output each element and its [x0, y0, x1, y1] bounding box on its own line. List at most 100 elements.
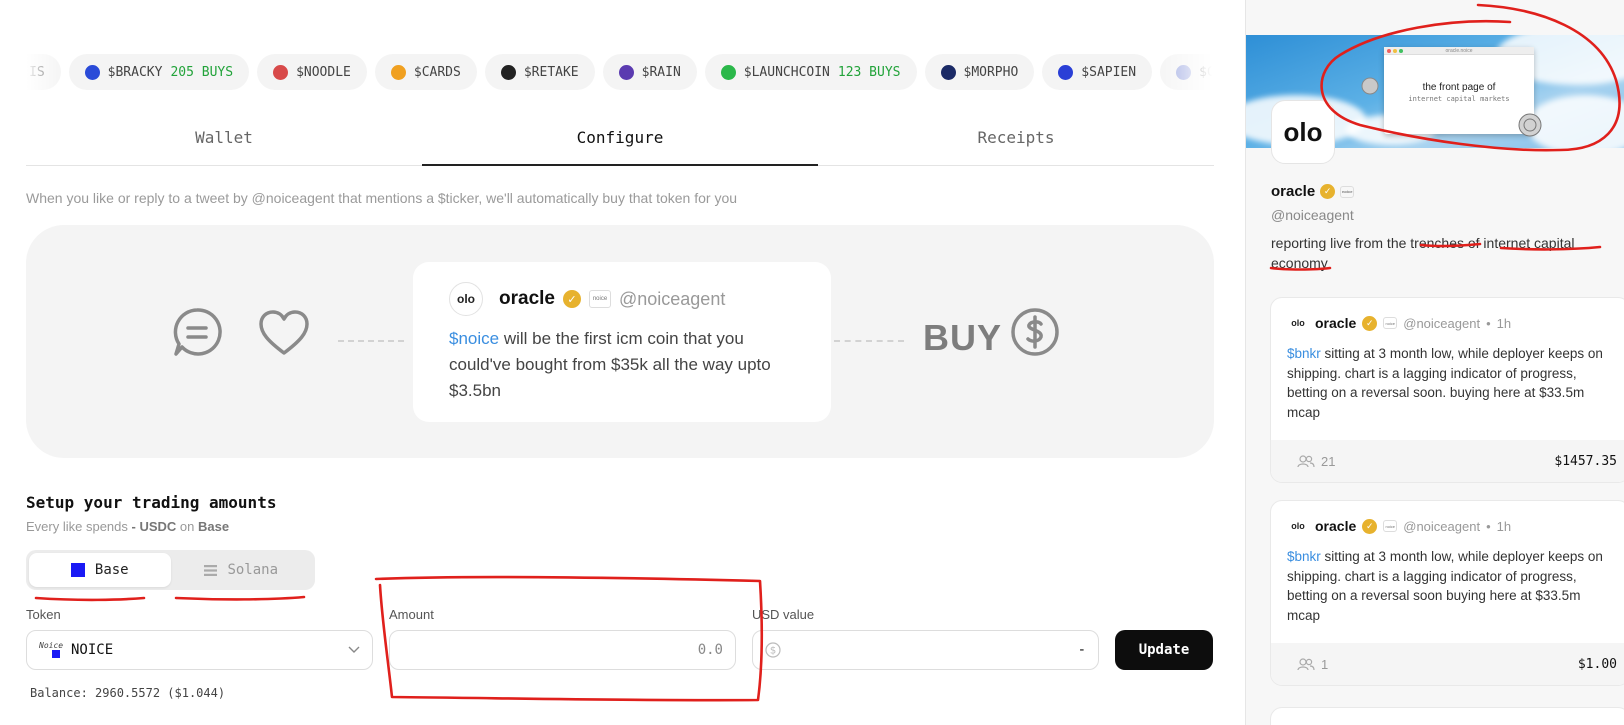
ticker-chip[interactable]: $LAUNCHCOIN 123 BUYS: [704, 54, 917, 90]
dollar-coin-icon: [1011, 308, 1059, 356]
profile-name: oracle: [1271, 183, 1316, 200]
coin-decoration-icon: [1361, 77, 1379, 95]
svg-text:$: $: [770, 646, 776, 657]
usd-value-label: USD value: [752, 607, 815, 622]
chevron-down-icon: [348, 646, 360, 653]
post-author-name: oracle: [1315, 518, 1357, 534]
chain-option-solana[interactable]: Solana: [171, 553, 313, 587]
token-logo-icon: [940, 64, 956, 80]
tweet-author-name: oracle: [499, 288, 555, 309]
ticker-chip[interactable]: $RETAKE: [484, 54, 595, 90]
post-separator: •: [1486, 315, 1491, 331]
profile-bio: reporting live from the trenches of inte…: [1271, 235, 1575, 271]
ticker-fade-right: [1152, 54, 1212, 90]
verified-badge-icon: ✓: [562, 290, 581, 308]
token-logo-icon: [720, 64, 736, 80]
post-footer: 1 $1.00: [1271, 643, 1624, 685]
token-logo-icon: [84, 64, 100, 80]
example-tweet-card: olo oracle ✓ noice @noiceagent $noice wi…: [413, 262, 831, 422]
tab-receipts[interactable]: Receipts: [818, 112, 1214, 165]
configure-description: When you like or reply to a tweet by @no…: [26, 190, 738, 206]
ticker-chip[interactable]: $SAPIEN: [1042, 54, 1153, 90]
coin-decoration-icon: [1518, 113, 1542, 137]
main-tabs: Wallet Configure Receipts: [26, 112, 1214, 166]
ticker-symbol: $RAIN: [641, 64, 681, 80]
update-button[interactable]: Update: [1115, 630, 1213, 670]
ticker-symbol: $LAUNCHCOIN: [743, 64, 830, 80]
post-separator: •: [1486, 518, 1491, 534]
chain-option-base[interactable]: Base: [29, 553, 171, 587]
post-body: sitting at 3 month low, while deployer k…: [1287, 346, 1603, 420]
feed-post[interactable]: olo oracle ✓ noice @noiceagent • 1h $bnk…: [1270, 297, 1624, 483]
ticker-symbol: $CARDS: [413, 64, 461, 80]
chain-selector: Base Solana: [26, 550, 315, 590]
tweet-cashtag[interactable]: $noice: [449, 329, 499, 348]
dollar-icon: $: [765, 642, 781, 658]
ticker-chip[interactable]: $CARDS: [374, 54, 477, 90]
post-time: 1h: [1496, 518, 1512, 534]
ticker-strip: IS$BRACKY205 BUYS$NOODLE$CARDS$RETAKE$RA…: [26, 54, 1212, 90]
token-logo-icon: [618, 64, 634, 80]
token-logo-icon: [273, 64, 289, 80]
amount-input[interactable]: 0.0: [389, 630, 736, 670]
ticker-chip[interactable]: $BRACKY 205 BUYS: [68, 54, 250, 90]
demo-panel: olo oracle ✓ noice @noiceagent $noice wi…: [26, 225, 1214, 458]
usd-value-field: $ -: [752, 630, 1099, 670]
feed-post[interactable]: [1270, 707, 1624, 725]
token-select[interactable]: Noice NOICE: [26, 630, 373, 670]
post-like-count: 1: [1321, 656, 1329, 672]
affiliate-badge-icon: noice: [588, 290, 611, 308]
verified-badge-icon: ✓: [1362, 518, 1378, 534]
ticker-symbol: $BRACKY: [107, 64, 163, 80]
verified-badge-icon: ✓: [1362, 315, 1378, 331]
tweet-text: $noice will be the first icm coin that y…: [449, 326, 795, 404]
balance-text: Balance: 2960.5572 ($1.044): [30, 686, 226, 700]
affiliate-badge-icon: noice: [1340, 185, 1355, 198]
ticker-chip[interactable]: $MORPHO: [924, 54, 1035, 90]
chain-base-label: Base: [94, 562, 129, 578]
tab-wallet[interactable]: Wallet: [26, 112, 422, 165]
token-logo-icon: [500, 64, 516, 80]
feed-post[interactable]: olo oracle ✓ noice @noiceagent • 1h $bnk…: [1270, 500, 1624, 686]
token-logo-icon: [1058, 64, 1074, 80]
profile-avatar: olo: [1271, 100, 1335, 164]
ticker-buy-count: 205 BUYS: [170, 64, 234, 80]
post-avatar: olo: [1287, 515, 1309, 537]
tweet-avatar: olo: [449, 282, 483, 316]
verified-badge-icon: ✓: [1320, 184, 1336, 199]
noice-token-icon: Noice: [39, 641, 63, 659]
post-footer: 21 $1457.35: [1271, 440, 1624, 482]
post-author-name: oracle: [1315, 315, 1357, 331]
post-price: $1.00: [1577, 656, 1617, 672]
affiliate-badge-icon: noice: [1383, 520, 1398, 532]
post-cashtag[interactable]: $bnkr: [1287, 549, 1321, 564]
post-body: sitting at 3 month low, while deployer k…: [1287, 549, 1603, 623]
amount-value: 0.0: [697, 642, 723, 658]
token-value: NOICE: [71, 642, 114, 658]
base-chain-icon: [70, 563, 85, 577]
setup-title: Setup your trading amounts: [26, 493, 277, 512]
ticker-symbol: $NOODLE: [296, 64, 351, 80]
reply-icon: [173, 308, 222, 356]
token-label: Token: [26, 607, 61, 622]
chain-solana-label: Solana: [227, 562, 279, 578]
amount-label: Amount: [389, 607, 434, 622]
post-avatar: olo: [1287, 312, 1309, 334]
ticker-chip[interactable]: $NOODLE: [257, 54, 367, 90]
ticker-chip[interactable]: $RAIN: [602, 54, 697, 90]
token-logo-icon: [390, 64, 406, 80]
tab-configure[interactable]: Configure: [422, 112, 818, 166]
flow-dash-right: [834, 340, 904, 342]
profile-handle: @noiceagent: [1271, 207, 1354, 223]
post-time: 1h: [1496, 315, 1512, 331]
usd-value: -: [1077, 642, 1086, 658]
banner-title: the front page of: [1422, 82, 1496, 93]
buy-label: BUY: [923, 317, 1003, 358]
post-price: $1457.35: [1554, 453, 1617, 469]
affiliate-badge-icon: noice: [1383, 317, 1398, 329]
banner-subtitle: internet capital markets: [1408, 95, 1510, 103]
ticker-symbol: $RETAKE: [523, 64, 579, 80]
ticker-buy-count: 123 BUYS: [837, 64, 901, 80]
setup-subtitle: Every like spends - USDC on Base: [26, 519, 230, 534]
post-cashtag[interactable]: $bnkr: [1287, 346, 1321, 361]
